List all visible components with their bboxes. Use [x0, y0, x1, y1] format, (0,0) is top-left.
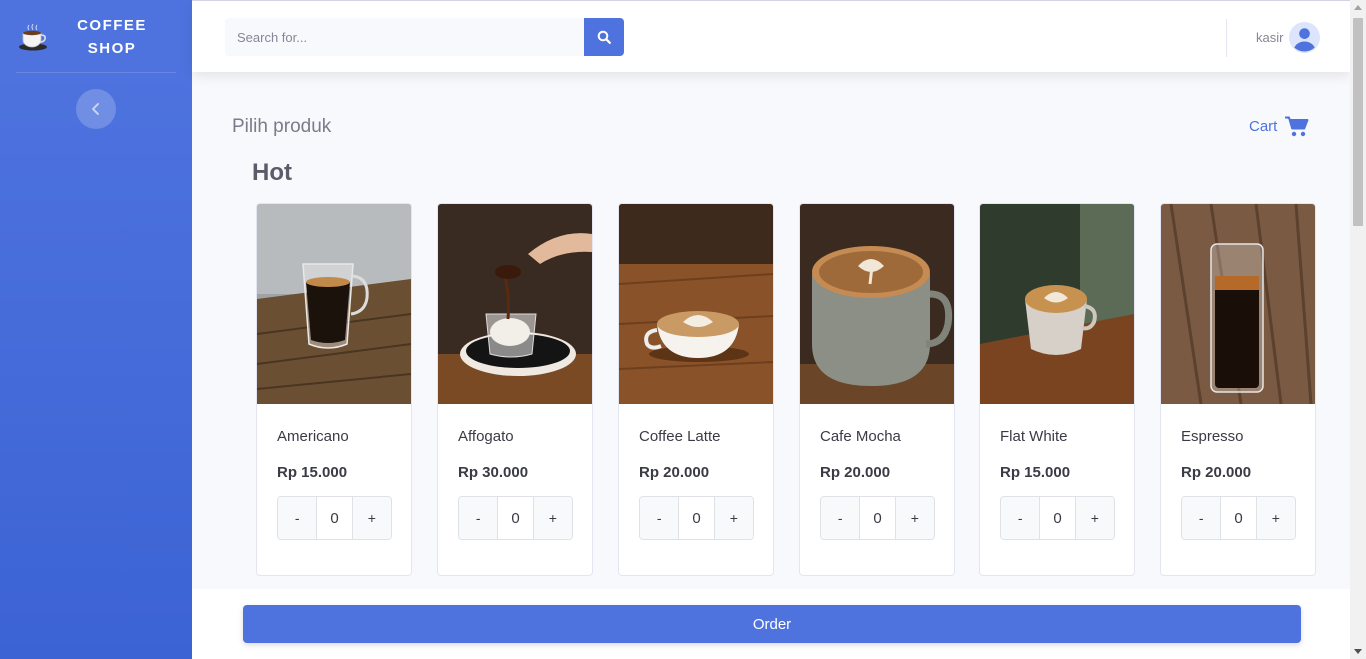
scrollbar[interactable]: [1350, 0, 1366, 659]
increase-button[interactable]: +: [714, 497, 753, 539]
quantity-value[interactable]: 0: [1039, 497, 1076, 539]
quantity-stepper: - 0 +: [639, 496, 754, 540]
espresso-image: [1161, 204, 1315, 404]
scroll-down-icon[interactable]: [1354, 649, 1362, 654]
quantity-value[interactable]: 0: [678, 497, 715, 539]
quantity-value[interactable]: 0: [1220, 497, 1257, 539]
sidebar-toggle-button[interactable]: [76, 89, 116, 129]
decrease-button[interactable]: -: [459, 497, 498, 539]
search-button[interactable]: [584, 18, 624, 56]
product-price: Rp 20.000: [639, 464, 710, 481]
americano-image: [257, 204, 411, 404]
quantity-value[interactable]: 0: [316, 497, 353, 539]
decrease-button[interactable]: -: [278, 497, 317, 539]
product-price: Rp 20.000: [1181, 464, 1252, 481]
decrease-button[interactable]: -: [1182, 497, 1221, 539]
sidebar: COFFEE SHOP: [0, 0, 192, 659]
search-input[interactable]: [225, 18, 585, 56]
order-button[interactable]: Order: [243, 605, 1301, 643]
product-card: Americano Rp 15.000 - 0 +: [256, 203, 412, 576]
increase-button[interactable]: +: [533, 497, 572, 539]
affogato-image: [438, 204, 592, 404]
page-title: Pilih produk: [232, 116, 332, 137]
product-name: Americano: [277, 428, 349, 445]
flat-white-image: [980, 204, 1134, 404]
footer-bar: Order: [192, 589, 1350, 659]
increase-button[interactable]: +: [895, 497, 934, 539]
quantity-stepper: - 0 +: [458, 496, 573, 540]
increase-button[interactable]: +: [352, 497, 391, 539]
quantity-stepper: - 0 +: [1000, 496, 1115, 540]
increase-button[interactable]: +: [1256, 497, 1295, 539]
coffee-cup-icon: [19, 23, 47, 51]
product-price: Rp 15.000: [277, 464, 348, 481]
product-name: Affogato: [458, 428, 514, 445]
brand-line-2: SHOP: [87, 40, 137, 57]
coffee-latte-image: [619, 204, 773, 404]
sidebar-divider: [16, 72, 176, 73]
section-title-hot: Hot: [252, 159, 292, 186]
brand-title: COFFEE SHOP: [72, 14, 152, 60]
cart-label: Cart: [1249, 118, 1278, 135]
search-icon: [597, 30, 611, 44]
product-price: Rp 20.000: [820, 464, 891, 481]
product-card: Affogato Rp 30.000 - 0 +: [437, 203, 593, 576]
product-card: Espresso Rp 20.000 - 0 +: [1160, 203, 1316, 576]
quantity-stepper: - 0 +: [820, 496, 935, 540]
product-price: Rp 30.000: [458, 464, 529, 481]
cart-link[interactable]: Cart: [1249, 116, 1309, 137]
product-card: Flat White Rp 15.000 - 0 +: [979, 203, 1135, 576]
topbar-divider: [1226, 19, 1227, 57]
quantity-value[interactable]: 0: [859, 497, 896, 539]
product-card: Coffee Latte Rp 20.000 - 0 +: [618, 203, 774, 576]
scroll-up-icon[interactable]: [1354, 5, 1362, 10]
product-card: Cafe Mocha Rp 20.000 - 0 +: [799, 203, 955, 576]
product-name: Flat White: [1000, 428, 1068, 445]
shopping-cart-icon: [1285, 116, 1309, 137]
brand[interactable]: COFFEE SHOP: [0, 0, 192, 72]
decrease-button[interactable]: -: [821, 497, 860, 539]
product-name: Espresso: [1181, 428, 1244, 445]
quantity-value[interactable]: 0: [497, 497, 534, 539]
brand-line-1: COFFEE: [77, 17, 147, 34]
increase-button[interactable]: +: [1075, 497, 1114, 539]
chevron-left-icon: [92, 103, 99, 115]
user-avatar-icon[interactable]: [1289, 22, 1320, 53]
cafe-mocha-image: [800, 204, 954, 404]
product-name: Coffee Latte: [639, 428, 721, 445]
decrease-button[interactable]: -: [640, 497, 679, 539]
product-price: Rp 15.000: [1000, 464, 1071, 481]
product-name: Cafe Mocha: [820, 428, 901, 445]
scroll-thumb[interactable]: [1353, 18, 1363, 226]
decrease-button[interactable]: -: [1001, 497, 1040, 539]
user-name[interactable]: kasir: [1256, 30, 1283, 45]
quantity-stepper: - 0 +: [277, 496, 392, 540]
quantity-stepper: - 0 +: [1181, 496, 1296, 540]
topbar: kasir: [192, 0, 1350, 72]
